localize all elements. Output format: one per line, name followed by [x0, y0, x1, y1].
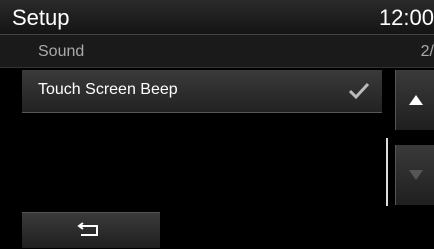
triangle-up-icon: [409, 95, 423, 105]
page-indicator: 2/: [420, 43, 434, 60]
header-bar: Setup 12:00: [0, 0, 434, 35]
settings-list: Touch Screen Beep: [0, 68, 382, 206]
back-arrow-icon: [77, 222, 98, 236]
list-item-touch-screen-beep[interactable]: Touch Screen Beep: [22, 70, 382, 113]
section-title: Sound: [38, 43, 85, 60]
checkmark-icon[interactable]: [346, 80, 372, 102]
scroll-down-button[interactable]: [395, 145, 434, 205]
triangle-down-icon: [409, 170, 423, 180]
back-button[interactable]: [22, 212, 160, 248]
list-item-label: Touch Screen Beep: [38, 81, 178, 98]
section-header: Sound 2/: [0, 35, 434, 68]
clock: 12:00: [378, 5, 434, 30]
scroll-indicator: [386, 138, 388, 206]
page-title: Setup: [12, 5, 70, 30]
scroll-up-button[interactable]: [395, 70, 434, 130]
